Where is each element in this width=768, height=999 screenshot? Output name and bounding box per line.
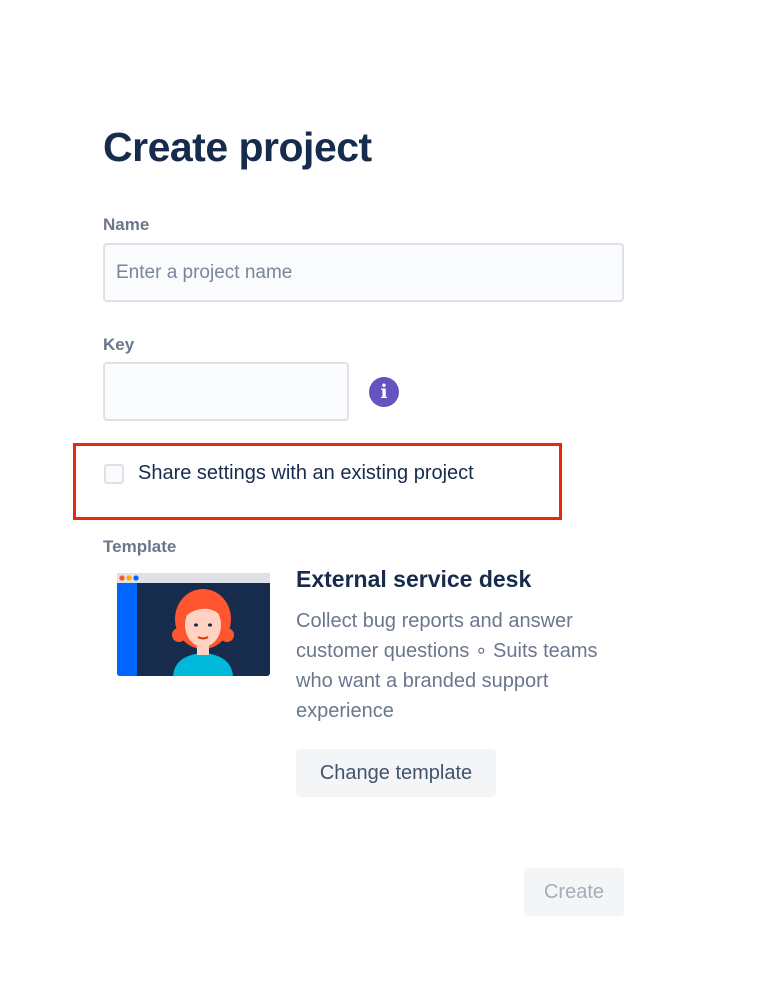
project-key-input[interactable] bbox=[103, 362, 349, 421]
share-settings-label[interactable]: Share settings with an existing project bbox=[138, 462, 474, 485]
page-title: Create project bbox=[103, 124, 372, 170]
template-description: Collect bug reports and answer customer … bbox=[296, 610, 598, 722]
project-name-input[interactable] bbox=[103, 243, 624, 302]
create-project-page: Create project Name Key i Share settings… bbox=[0, 0, 768, 999]
template-label: Template bbox=[103, 537, 177, 556]
template-title: External service desk bbox=[296, 566, 532, 592]
share-settings-checkbox[interactable] bbox=[104, 463, 124, 484]
share-settings-option[interactable]: Share settings with an existing project bbox=[104, 462, 474, 485]
key-label: Key bbox=[103, 335, 135, 354]
template-thumbnail bbox=[117, 573, 270, 676]
name-label: Name bbox=[103, 215, 150, 234]
info-icon[interactable]: i bbox=[369, 377, 399, 407]
change-template-button[interactable]: Change template bbox=[296, 749, 496, 797]
create-button[interactable]: Create bbox=[524, 868, 624, 916]
